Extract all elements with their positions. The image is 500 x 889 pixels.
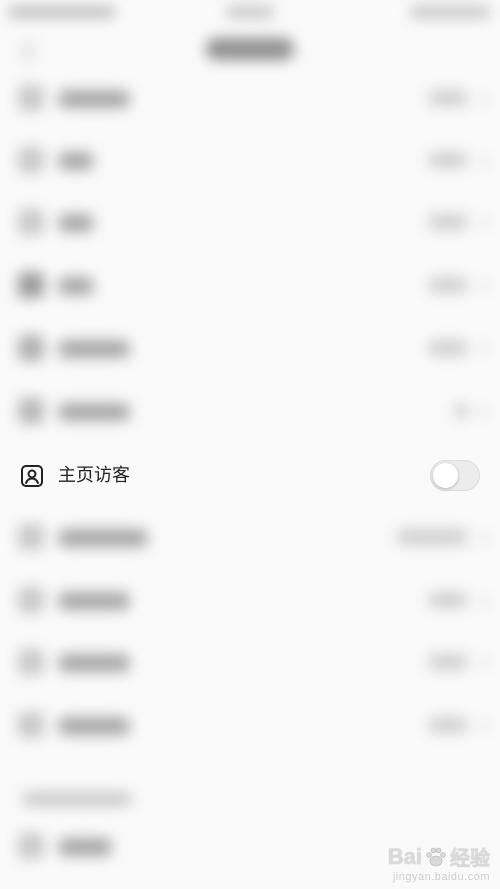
row-value <box>428 277 468 293</box>
chevron-right-icon <box>476 341 486 355</box>
row-icon <box>18 524 44 550</box>
row-value <box>428 654 468 670</box>
status-bar <box>0 0 500 26</box>
watermark-logo: Bai 经验 <box>388 842 490 871</box>
paw-icon <box>426 847 446 866</box>
settings-row[interactable] <box>0 68 500 130</box>
row-label <box>58 654 130 672</box>
row-value <box>428 340 468 356</box>
row-icon <box>18 712 44 738</box>
settings-row[interactable] <box>0 632 500 694</box>
chevron-right-icon <box>476 215 486 229</box>
person-card-icon <box>21 465 43 487</box>
row-icon <box>18 649 44 675</box>
row-icon <box>18 833 44 859</box>
settings-row[interactable] <box>0 695 500 757</box>
row-label <box>58 340 130 358</box>
row-value <box>428 90 468 106</box>
row-label <box>58 403 130 421</box>
row-label <box>58 838 112 856</box>
status-battery <box>410 6 490 18</box>
watermark-suffix: 经验 <box>450 846 490 870</box>
toggle-knob <box>433 463 458 488</box>
chevron-right-icon <box>476 655 486 669</box>
row-value <box>454 403 468 419</box>
settings-row[interactable] <box>0 130 500 192</box>
row-icon <box>18 587 44 613</box>
row-icon <box>18 209 44 235</box>
homepage-visitors-label: 主页访客 <box>58 465 130 486</box>
row-icon <box>18 85 44 111</box>
settings-row[interactable] <box>0 507 500 569</box>
chevron-right-icon <box>476 593 486 607</box>
chevron-right-icon <box>476 404 486 418</box>
row-icon <box>18 272 44 298</box>
chevron-right-icon <box>476 91 486 105</box>
status-carrier <box>8 6 116 18</box>
row-value <box>428 214 468 230</box>
row-value <box>396 529 468 545</box>
settings-row[interactable] <box>0 381 500 443</box>
chevron-right-icon <box>476 153 486 167</box>
chevron-right-icon <box>476 530 486 544</box>
row-icon <box>18 335 44 361</box>
row-icon <box>18 147 44 173</box>
watermark-url: jingyan.baidu.com <box>392 871 490 883</box>
watermark-brand: Bai <box>387 843 422 869</box>
page-title <box>206 38 294 60</box>
row-value <box>428 152 468 168</box>
settings-row[interactable] <box>0 192 500 254</box>
row-label <box>58 214 94 232</box>
row-value <box>428 717 468 733</box>
settings-row[interactable] <box>0 255 500 317</box>
chevron-right-icon <box>476 718 486 732</box>
status-time <box>226 6 274 18</box>
row-label <box>58 277 94 295</box>
row-icon <box>18 398 44 424</box>
row-label <box>58 592 130 610</box>
homepage-visitors-row: 主页访客 <box>0 445 500 507</box>
row-label <box>58 717 130 735</box>
row-value <box>428 592 468 608</box>
chevron-right-icon <box>476 278 486 292</box>
section-header <box>22 792 132 806</box>
row-label <box>58 152 94 170</box>
row-label <box>58 90 130 108</box>
settings-row[interactable] <box>0 318 500 380</box>
homepage-visitors-toggle[interactable] <box>430 460 480 491</box>
settings-row[interactable] <box>0 570 500 632</box>
row-label <box>58 529 148 547</box>
back-arrow-icon[interactable] <box>18 40 40 62</box>
watermark: Bai 经验 jingyan.baidu.com <box>388 842 490 884</box>
